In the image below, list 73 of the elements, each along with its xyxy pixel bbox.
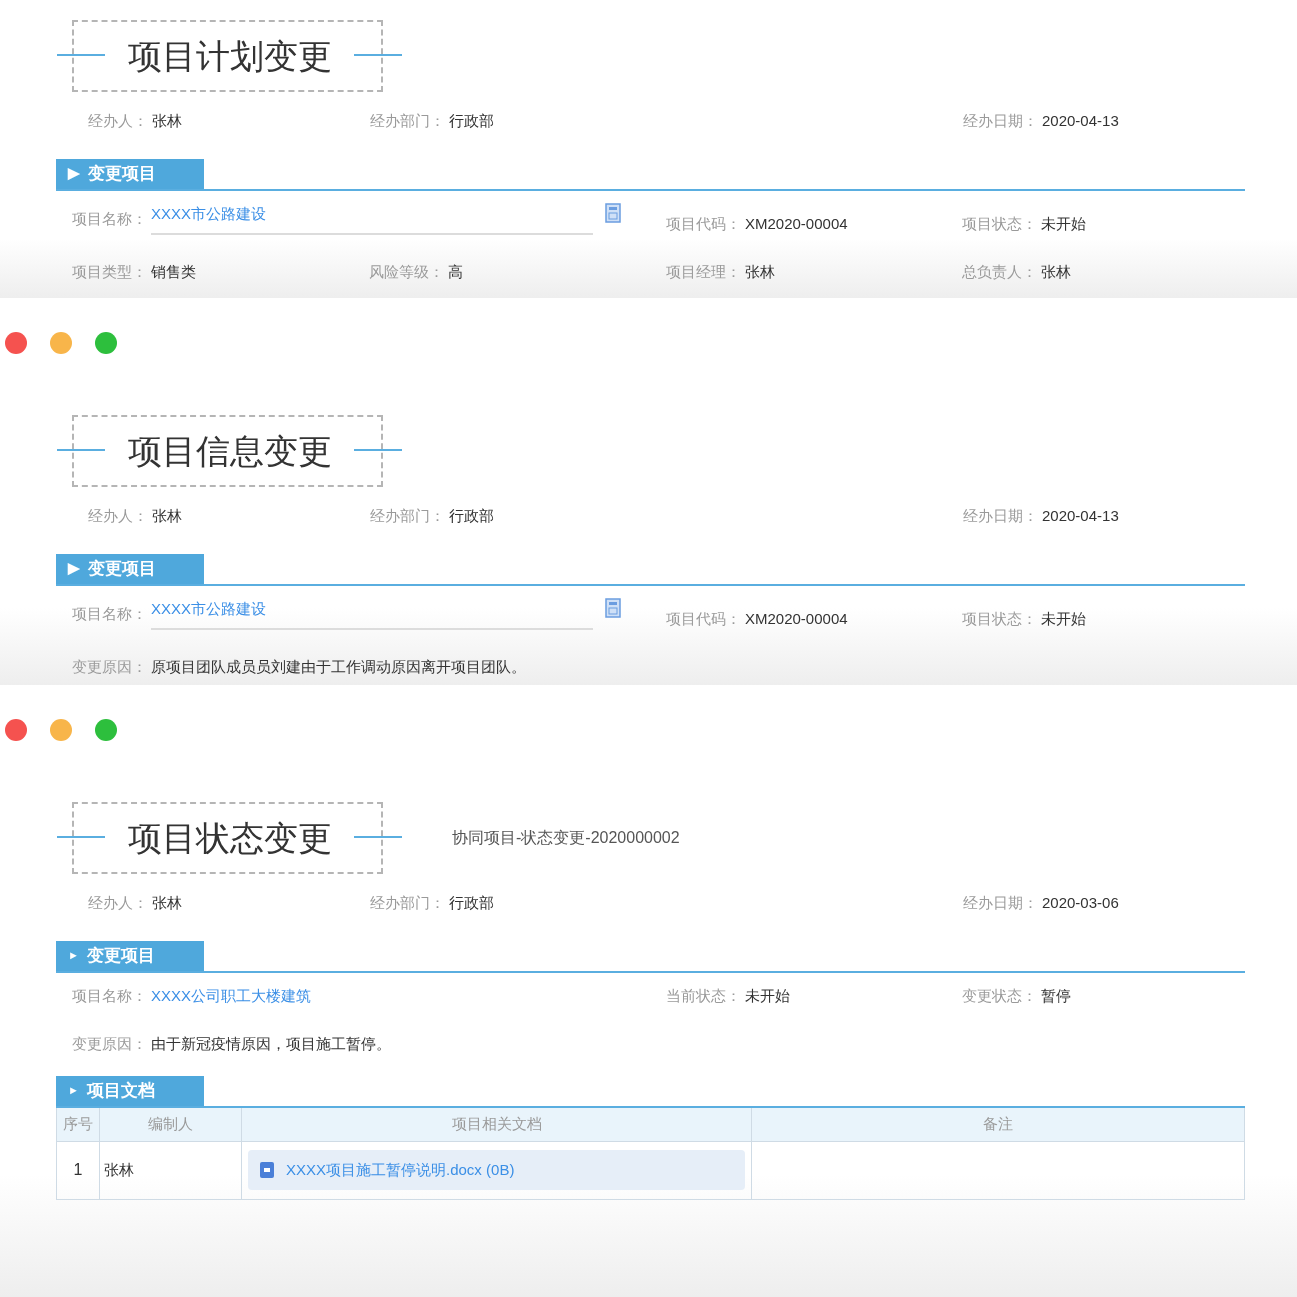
- field-label: 项目代码：: [666, 608, 741, 629]
- column-header: 项目相关文档: [241, 1107, 751, 1141]
- document-number: 协同项目-状态变更-2020000002: [452, 828, 680, 848]
- field-value: 张林: [152, 111, 182, 131]
- field-value: 2020-04-13: [1042, 111, 1119, 131]
- table-cell-text: 1: [72, 1160, 84, 1180]
- field-value: 张林: [745, 262, 775, 282]
- field-value: 高: [448, 262, 463, 282]
- close-icon[interactable]: [5, 719, 27, 741]
- document-icon: [260, 1162, 274, 1178]
- field-label: 当前状态：: [666, 985, 741, 1006]
- field-label: 经办部门：: [370, 111, 445, 131]
- field-value: 张林: [152, 893, 182, 913]
- field-value: 暂停: [1041, 985, 1071, 1006]
- triangle-icon: ▶: [68, 162, 80, 185]
- field-label: 风险等级：: [369, 262, 444, 282]
- field-label: 总负责人：: [962, 262, 1037, 282]
- maximize-icon[interactable]: [95, 719, 117, 741]
- triangle-icon: ►: [68, 1082, 79, 1099]
- section-title: 变更项目: [86, 944, 155, 967]
- field-label: 项目名称：: [72, 208, 147, 229]
- field-label: 经办日期：: [963, 893, 1038, 913]
- close-icon[interactable]: [5, 332, 27, 354]
- field-label: 经办人：: [88, 111, 148, 131]
- section-title: 变更项目: [88, 162, 156, 185]
- field-value: 原项目团队成员员刘建由于工作调动原因离开项目团队。: [151, 657, 526, 677]
- field-label: 变更状态：: [962, 985, 1037, 1006]
- field-value: 张林: [152, 506, 182, 526]
- field-label: 项目状态：: [962, 213, 1037, 234]
- field-value: 未开始: [745, 985, 790, 1006]
- column-header: 备注: [751, 1107, 1244, 1141]
- project-link[interactable]: XXXX公司职工大楼建筑: [151, 984, 312, 1007]
- field-label: 经办部门：: [370, 506, 445, 526]
- field-label: 项目名称：: [72, 603, 147, 624]
- field-value: 行政部: [449, 111, 494, 131]
- field-value: 由于新冠疫情原因，项目施工暂停。: [151, 1034, 391, 1054]
- project-name-field[interactable]: XXXX市公路建设: [151, 202, 593, 235]
- field-label: 经办人：: [88, 506, 148, 526]
- field-label: 经办日期：: [963, 111, 1038, 131]
- section-title: 变更项目: [88, 557, 156, 580]
- field-value: 未开始: [1041, 213, 1086, 234]
- field-label: 变更原因：: [72, 657, 147, 677]
- field-label: 项目代码：: [666, 213, 741, 234]
- field-value: 张林: [1041, 262, 1071, 282]
- section-title: 项目文档: [86, 1079, 155, 1102]
- field-label: 项目类型：: [72, 262, 147, 282]
- field-label: 项目名称：: [72, 985, 147, 1006]
- field-value: 未开始: [1041, 608, 1086, 629]
- field-label: 项目经理：: [666, 262, 741, 282]
- minimize-icon[interactable]: [50, 332, 72, 354]
- field-value: 2020-04-13: [1042, 506, 1119, 526]
- calculator-icon[interactable]: [605, 203, 621, 223]
- triangle-icon: ►: [68, 947, 79, 964]
- maximize-icon[interactable]: [95, 332, 117, 354]
- field-value: 销售类: [151, 262, 196, 282]
- field-value: XM2020-00004: [745, 608, 848, 629]
- calculator-icon[interactable]: [605, 598, 621, 618]
- field-label: 经办部门：: [370, 893, 445, 913]
- project-name-field[interactable]: XXXX市公路建设: [151, 597, 593, 630]
- field-value: 2020-03-06: [1042, 893, 1119, 913]
- field-label: 项目状态：: [962, 608, 1037, 629]
- document-link[interactable]: XXXX项目施工暂停说明.docx (0B): [248, 1150, 745, 1190]
- field-label: 经办日期：: [963, 506, 1038, 526]
- minimize-icon[interactable]: [50, 719, 72, 741]
- triangle-icon: ▶: [68, 557, 80, 580]
- field-label: 经办人：: [88, 893, 148, 913]
- table-cell: 张林: [99, 1141, 241, 1199]
- column-header: 编制人: [99, 1107, 241, 1141]
- column-header: 序号: [62, 1113, 94, 1134]
- field-value: 行政部: [449, 506, 494, 526]
- field-value: 行政部: [449, 893, 494, 913]
- field-value: XM2020-00004: [745, 213, 848, 234]
- field-label: 变更原因：: [72, 1034, 147, 1054]
